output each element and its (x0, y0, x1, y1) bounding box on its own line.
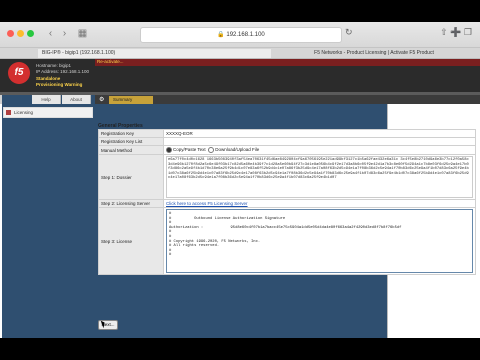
host-line-2: IP Address: 192.168.1.100 (36, 69, 89, 74)
license-cell: # # Outbound License Authorization Signa… (163, 207, 476, 275)
f5-logo: f5 (8, 62, 30, 84)
back-arrow-icon[interactable]: ‹ (44, 27, 57, 40)
state-line-2: Provisioning Warning (36, 82, 83, 87)
browser-window: ‹ › ▦ 🔒 192.168.1.100 ↻ ⇧ ➕ ❐ BIG-IP® - … (0, 22, 480, 338)
share-icon[interactable]: ⇧ ➕ ❐ (440, 27, 472, 38)
table-row: Step 2: Licensing Server Click here to a… (98, 199, 476, 208)
tab-help[interactable]: Help (32, 95, 61, 104)
manual-method-label: Manual Method (98, 145, 164, 155)
lock-icon: 🔒 (217, 32, 227, 38)
sidebar-icon[interactable]: ▦ (76, 27, 89, 40)
license-label: Step 3: License (98, 207, 164, 275)
dossier-cell: e6a77f0c4d0c1628 1663b5083940f3af54ea706… (163, 154, 476, 200)
licensing-server-link[interactable]: Click here to access F5 Licensing Server (166, 201, 248, 206)
browser-titlebar: ‹ › ▦ 🔒 192.168.1.100 ↻ ⇧ ➕ ❐ (0, 22, 480, 48)
reactivate-label: Re-activate... (97, 59, 124, 64)
minimize-window-icon[interactable] (17, 30, 24, 37)
licensing-server-cell: Click here to access F5 Licensing Server (163, 199, 476, 208)
address-text: 192.168.1.100 (226, 32, 265, 38)
dossier-textarea[interactable]: e6a77f0c4d0c1628 1663b5083940f3af54ea706… (166, 156, 473, 198)
method-copy-label: Copy/Paste Text (173, 147, 206, 153)
forward-arrow-icon[interactable]: › (58, 27, 71, 40)
tab-bigip[interactable]: BIG-IP® - bigip1 (192.168.1.100) (38, 49, 271, 58)
table-row: Step 3: License # # Outbound License Aut… (98, 207, 476, 275)
left-nav: Main Help About Licensing (0, 95, 388, 338)
reload-icon[interactable]: ↻ (345, 27, 353, 38)
tab-about[interactable]: About (62, 95, 91, 104)
reg-key-list-label: Registration Key List (98, 137, 164, 146)
radio-download-upload[interactable] (208, 147, 215, 153)
breadcrumb: ⚙ Summary (95, 95, 480, 104)
zoom-window-icon[interactable] (27, 30, 34, 37)
reactivate-banner[interactable]: Re-activate... (95, 59, 480, 66)
sidebar-item-licensing[interactable]: Licensing (3, 107, 93, 118)
device-state: Standalone Provisioning Warning (36, 76, 82, 88)
host-info: Hostname: bigip1 IP Address: 192.168.1.1… (36, 63, 89, 75)
table-row: Registration Key List (98, 137, 476, 146)
gear-icon[interactable]: ⚙ (99, 96, 104, 103)
dossier-label: Step 1: Dossier (98, 154, 164, 200)
reg-key-value: XXXXQ-EOR (163, 129, 476, 138)
tab-bar: BIG-IP® - bigip1 (192.168.1.100) F5 Netw… (0, 48, 480, 59)
license-icon (6, 110, 11, 116)
table-row: Manual Method Copy/Paste Text Download/U… (98, 145, 476, 155)
method-upload-label: Download/Upload File (215, 147, 260, 153)
letterbox-top (0, 0, 480, 22)
manual-method-options: Copy/Paste Text Download/Upload File (163, 145, 476, 155)
licensing-server-label: Step 2: Licensing Server (98, 199, 164, 208)
table-row: Registration Key XXXXQ-EOR (98, 129, 476, 138)
address-bar[interactable]: 🔒 192.168.1.100 (140, 27, 342, 43)
reg-key-label: Registration Key (98, 129, 164, 138)
close-window-icon[interactable] (7, 30, 14, 37)
license-textarea[interactable]: # # Outbound License Authorization Signa… (166, 209, 473, 273)
tab-summary[interactable]: Summary (109, 96, 153, 104)
nav-tabs: Main Help About (0, 95, 388, 338)
letterbox-bottom (0, 338, 480, 360)
properties-table: Registration Key XXXXQ-EOR Registration … (98, 129, 476, 275)
sidebar-item-label: Licensing (14, 110, 34, 115)
video-frame: ‹ › ▦ 🔒 192.168.1.100 ↻ ⇧ ➕ ❐ BIG-IP® - … (0, 0, 480, 360)
f5-header: f5 Hostname: bigip1 IP Address: 192.168.… (0, 59, 480, 92)
tab-f5-licensing[interactable]: F5 Networks - Product Licensing | Activa… (265, 49, 480, 58)
table-row: Step 1: Dossier e6a77f0c4d0c1628 1663b50… (98, 154, 476, 200)
radio-copy-paste[interactable] (166, 147, 172, 153)
main-panel: ⚙ Summary General Properties Registratio… (95, 95, 480, 338)
content-area: Main Help About Licensing ⚙ Summary Gene… (0, 95, 480, 338)
reg-key-list-value (163, 137, 476, 146)
